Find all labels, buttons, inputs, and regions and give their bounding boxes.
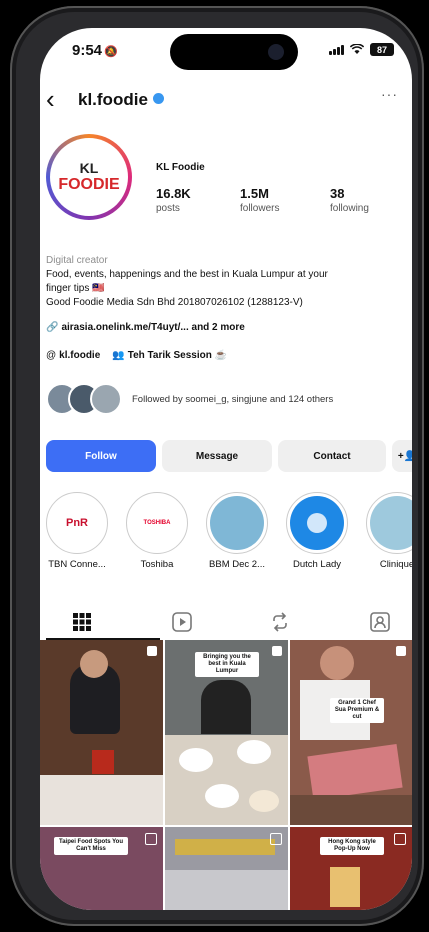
battery-icon: 87 [370, 43, 394, 56]
signal-icon [329, 44, 344, 55]
link-icon: 🔗 [46, 322, 59, 333]
threads-icon: @ [46, 350, 57, 361]
threads-badge[interactable]: @ kl.foodie [46, 350, 100, 361]
bio-link[interactable]: 🔗 airasia.onelink.me/T4uyt/... and 2 more [46, 322, 406, 333]
clock: 9:54 [72, 42, 103, 59]
status-indicators: 87 [329, 43, 394, 56]
verified-icon [152, 93, 164, 104]
highlight[interactable]: TOSHIBA Toshiba [124, 492, 190, 570]
profile-tabs [40, 604, 412, 640]
highlight-label: BBM Dec 2... [209, 559, 265, 570]
reel-icon [270, 833, 282, 845]
follower-avatar [90, 383, 122, 415]
highlight-label: TBN Conne... [48, 559, 106, 570]
stat-followers[interactable]: 1.5M followers [240, 186, 279, 214]
highlight-cover-text: PnR [66, 517, 88, 529]
highlight[interactable]: Dutch Lady [284, 492, 350, 570]
avatar-logo-line2: FOODIE [58, 176, 120, 193]
bio-line: finger tips 🇲🇾 [46, 283, 105, 294]
post-caption: Bringing you the best in Kuala Lumpur [195, 652, 259, 677]
grid-icon[interactable] [70, 604, 94, 640]
profile-tags: @ kl.foodie 👥 Teh Tarik Session ☕ [46, 350, 406, 361]
post-thumbnail[interactable]: Bringing you the best in Kuala Lumpur [165, 640, 288, 825]
profile-handle: kl.foodie [78, 90, 164, 110]
post-thumbnail[interactable] [40, 640, 163, 825]
message-button[interactable]: Message [162, 440, 272, 472]
bio-line: Food, events, happenings and the best in… [46, 269, 328, 280]
post-thumbnail[interactable]: Hong Kong style Pop-Up Now [290, 827, 412, 910]
status-time: 9:54 🔕 [72, 42, 118, 59]
reel-icon [145, 833, 157, 845]
contact-button[interactable]: Contact [278, 440, 386, 472]
stat-following-label: following [330, 203, 369, 214]
highlight-label: Clinique [379, 559, 412, 570]
screen: 9:54 🔕 87 ‹ kl.foodie ··· KL FOODIE KL F… [40, 28, 412, 910]
stat-posts[interactable]: 16.8K posts [156, 186, 191, 214]
channel-badge[interactable]: 👥 Teh Tarik Session ☕ [112, 350, 227, 361]
profile-header: ‹ kl.foodie ··· [40, 84, 412, 116]
highlight[interactable]: Clinique [364, 492, 412, 570]
post-caption: Grand 1 Chef Sua Premium & cut [330, 698, 384, 723]
category-label: Digital creator [46, 255, 108, 266]
bio: Digital creator Food, events, happenings… [46, 254, 406, 310]
post-caption: Taipei Food Spots You Can't Miss [54, 837, 128, 855]
highlight-cover [290, 496, 344, 550]
post-thumbnail[interactable] [165, 827, 288, 910]
stat-posts-value: 16.8K [156, 186, 191, 201]
posts-grid: Bringing you the best in Kuala Lumpur Gr… [40, 640, 412, 910]
post-thumbnail[interactable]: Taipei Food Spots You Can't Miss [40, 827, 163, 910]
stat-posts-label: posts [156, 203, 180, 214]
post-thumbnail[interactable]: Grand 1 Chef Sua Premium & cut [290, 640, 412, 825]
stat-following[interactable]: 38 following [330, 186, 369, 214]
threads-handle: kl.foodie [59, 350, 101, 361]
followed-by-text: Followed by soomei_g, singjune and 124 o… [132, 393, 334, 405]
follow-button[interactable]: Follow [46, 440, 156, 472]
phone-frame: 9:54 🔕 87 ‹ kl.foodie ··· KL FOODIE KL F… [10, 6, 424, 926]
pinned-icon [396, 646, 406, 656]
reels-icon[interactable] [170, 604, 194, 640]
silent-icon: 🔕 [104, 46, 118, 58]
channel-name: Teh Tarik Session ☕ [127, 350, 228, 361]
highlight-cover: PnR [50, 496, 104, 550]
highlight-cover [210, 496, 264, 550]
post-caption: Hong Kong style Pop-Up Now [320, 837, 384, 855]
highlight-label: Dutch Lady [292, 559, 342, 570]
avatar-logo: KL FOODIE [50, 138, 128, 216]
repost-icon[interactable] [268, 604, 292, 640]
bio-link-text: airasia.onelink.me/T4uyt/... and 2 more [61, 322, 245, 333]
channel-icon: 👥 [112, 350, 125, 361]
handle-text: kl.foodie [78, 90, 148, 109]
pinned-icon [147, 646, 157, 656]
more-options-icon[interactable]: ··· [381, 86, 398, 102]
back-icon[interactable]: ‹ [46, 86, 55, 112]
highlight[interactable]: PnR TBN Conne... [44, 492, 110, 570]
highlight-cover-text: TOSHIBA [143, 520, 171, 526]
bio-line: Good Foodie Media Sdn Bhd 201807026102 (… [46, 297, 303, 308]
stat-followers-value: 1.5M [240, 186, 269, 201]
stat-followers-label: followers [240, 203, 280, 214]
display-name: KL Foodie [156, 162, 205, 173]
wifi-icon [350, 44, 364, 54]
avatar-logo-line1: KL [79, 160, 99, 176]
dynamic-island [170, 34, 298, 70]
highlight[interactable]: BBM Dec 2... [204, 492, 270, 570]
tagged-icon[interactable] [368, 604, 392, 640]
highlight-cover [370, 496, 412, 550]
add-user-button[interactable]: +👤 [392, 440, 412, 472]
highlight-cover: TOSHIBA [130, 496, 184, 550]
highlight-label: Toshiba [140, 559, 174, 570]
followed-by[interactable]: Followed by soomei_g, singjune and 124 o… [46, 380, 412, 418]
avatar[interactable]: KL FOODIE [46, 134, 132, 220]
pinned-icon [272, 646, 282, 656]
reel-icon [394, 833, 406, 845]
stat-following-value: 38 [330, 186, 345, 201]
